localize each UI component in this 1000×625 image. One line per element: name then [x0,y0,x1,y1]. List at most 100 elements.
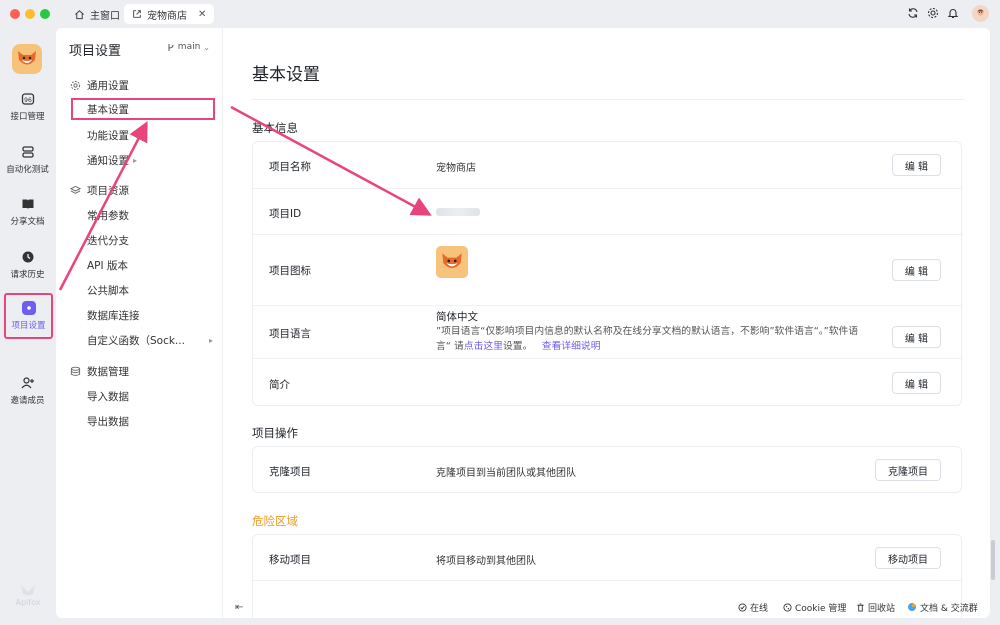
sidebar-group-label: 通用设置 [87,80,129,92]
rail-item-api-management[interactable]: 96 接口管理 [0,92,55,122]
section-title-basic-info: 基本信息 [252,121,298,135]
section-title-danger-zone: 危险区域 [252,514,298,528]
apifox-brand-label: Apifox [15,598,41,607]
divider [252,99,964,100]
rail-item-request-history[interactable]: 请求历史 [0,250,55,280]
sidebar-item-database-connection[interactable]: 数据库连接 [87,308,140,323]
external-link-icon [133,10,141,18]
clone-project-button[interactable]: 克隆项目 [875,459,941,481]
chevron-right-icon: ▸ [133,156,138,165]
sidebar-item-import-data[interactable]: 导入数据 [87,389,129,404]
view-details-link[interactable]: 查看详细说明 [542,341,601,352]
apifox-brand: Apifox [14,584,42,607]
sidebar-item-iteration-branch[interactable]: 迭代分支 [87,233,129,248]
branch-selector[interactable]: main ⌄ [167,42,210,52]
sidebar-item-label: 基本设置 [87,103,129,116]
rail-item-project-settings[interactable]: 项目设置 [4,293,53,339]
rail-item-automation-test[interactable]: 自动化测试 [0,145,55,175]
tab-label: 主窗口 [90,10,120,22]
settings-sidebar: 项目设置 main ⌄ 通用设置 基本设置 功能设置 通知设置 ▸ 项目资源 常… [56,28,223,618]
tab-pet-store[interactable]: 宠物商店 ✕ [124,4,215,24]
sidebar-item-public-scripts[interactable]: 公共脚本 [87,283,129,298]
close-tab-icon[interactable]: ✕ [198,9,206,20]
trash-bin[interactable]: 回收站 [856,601,895,614]
sidebar-group-label: 项目资源 [87,185,129,197]
database-icon [21,146,34,158]
sidebar-item-feature-settings[interactable]: 功能设置 [87,128,129,143]
row-project-id: 项目ID [253,189,963,235]
branch-label: main [177,42,201,52]
sidebar-item-api-version[interactable]: API 版本 [87,258,128,273]
sidebar-item-custom-functions[interactable]: 自定义函数（Sock... ▸ [87,333,213,348]
row-label: 克隆项目 [269,466,311,478]
user-avatar[interactable] [972,5,989,22]
page-title: 基本设置 [252,65,320,85]
rail-item-label: 分享文档 [10,217,45,227]
apifox-logo-icon [21,585,35,596]
cookie-management[interactable]: Cookie 管理 [783,601,846,614]
edit-icon-button[interactable]: 编 辑 [891,259,941,281]
minimize-window-button[interactable] [25,9,35,19]
edit-language-button[interactable]: 编 辑 [891,326,941,348]
clock-icon [22,251,33,263]
row-project-name: 项目名称 宠物商店 编 辑 [253,142,963,189]
sidebar-item-notification-settings[interactable]: 通知设置 ▸ [87,153,137,168]
sidebar-group-data: 数据管理 [70,364,129,379]
click-here-link[interactable]: 点击这里 [464,341,503,352]
edit-name-button[interactable]: 编 辑 [891,154,941,176]
row-label: 项目ID [269,208,302,220]
project-logo[interactable] [12,44,42,74]
rail-item-share-docs[interactable]: 分享文档 [0,197,55,227]
left-rail: 96 接口管理 自动化测试 分享文档 请求历史 项目设置 邀请成员 Apifox [0,28,55,625]
trash-label: 回收站 [868,603,896,614]
collapse-sidebar-icon[interactable]: ⇤ [235,602,243,613]
sidebar-group-label: 数据管理 [87,366,129,378]
project-name-value: 宠物商店 [436,163,476,174]
rail-item-label: 接口管理 [10,112,45,122]
rail-item-invite-members[interactable]: 邀请成员 [0,376,55,406]
row-intro: 简介 编 辑 [253,359,963,406]
sidebar-item-label: 通知设置 [87,155,129,167]
gear-icon[interactable] [926,6,940,20]
tab-main-window[interactable]: 主窗口 [66,4,128,24]
sidebar-item-basic-settings[interactable]: 基本设置 [71,98,215,120]
status-bar: ⇤ 在线 Cookie 管理 回收站 文档 & 交流群 [223,597,990,617]
language-description: ”项目语言“仅影响项目内信息的默认名称及在线分享文档的默认语言，不影响”软件语言… [436,324,876,354]
row-label: 项目图标 [269,265,311,277]
sidebar-item-label: 公共脚本 [87,285,129,297]
rail-item-label: 项目设置 [11,321,46,331]
maximize-window-button[interactable] [40,9,50,19]
edit-intro-button[interactable]: 编 辑 [891,372,941,394]
gear-icon [70,80,81,91]
sidebar-item-label: 功能设置 [87,130,129,142]
sidebar-item-export-data[interactable]: 导出数据 [87,414,129,429]
fox-icon [442,253,462,268]
rail-item-label: 请求历史 [10,270,45,280]
fox-icon [18,51,36,65]
book-icon [22,199,33,209]
sidebar-item-common-params[interactable]: 常用参数 [87,208,129,223]
close-window-button[interactable] [10,9,20,19]
api-icon: 96 [21,93,34,105]
rail-item-label: 邀请成员 [10,396,45,406]
online-status[interactable]: 在线 [738,601,768,614]
online-label: 在线 [750,603,769,614]
main-scrollbar[interactable] [991,540,995,580]
language-desc-text: 设置。 [502,341,533,352]
docs-community[interactable]: 文档 & 交流群 [907,601,978,614]
row-project-icon: 项目图标 编 辑 [253,235,963,306]
language-desc-text: 言“ 请 [436,341,464,352]
move-project-button[interactable]: 移动项目 [875,547,941,569]
row-label: 项目语言 [269,328,311,340]
section-title-project-ops: 项目操作 [252,426,298,440]
main-content: 基本设置 基本信息 项目名称 宠物商店 编 辑 项目ID 项目图标 编 辑 项目… [223,28,990,618]
project-ops-card: 克隆项目 克隆项目到当前团队或其他团队 克隆项目 [252,446,962,493]
chevron-right-icon: ▸ [209,336,214,345]
refresh-icon[interactable] [906,6,920,20]
title-bar: 主窗口 宠物商店 ✕ [0,0,1000,28]
sidebar-item-label: 导出数据 [87,416,129,428]
sidebar-title: 项目设置 [69,44,122,59]
sidebar-group-general: 通用设置 [70,78,129,93]
row-clone-project: 克隆项目 克隆项目到当前团队或其他团队 克隆项目 [253,447,963,493]
bell-icon[interactable] [946,6,960,20]
